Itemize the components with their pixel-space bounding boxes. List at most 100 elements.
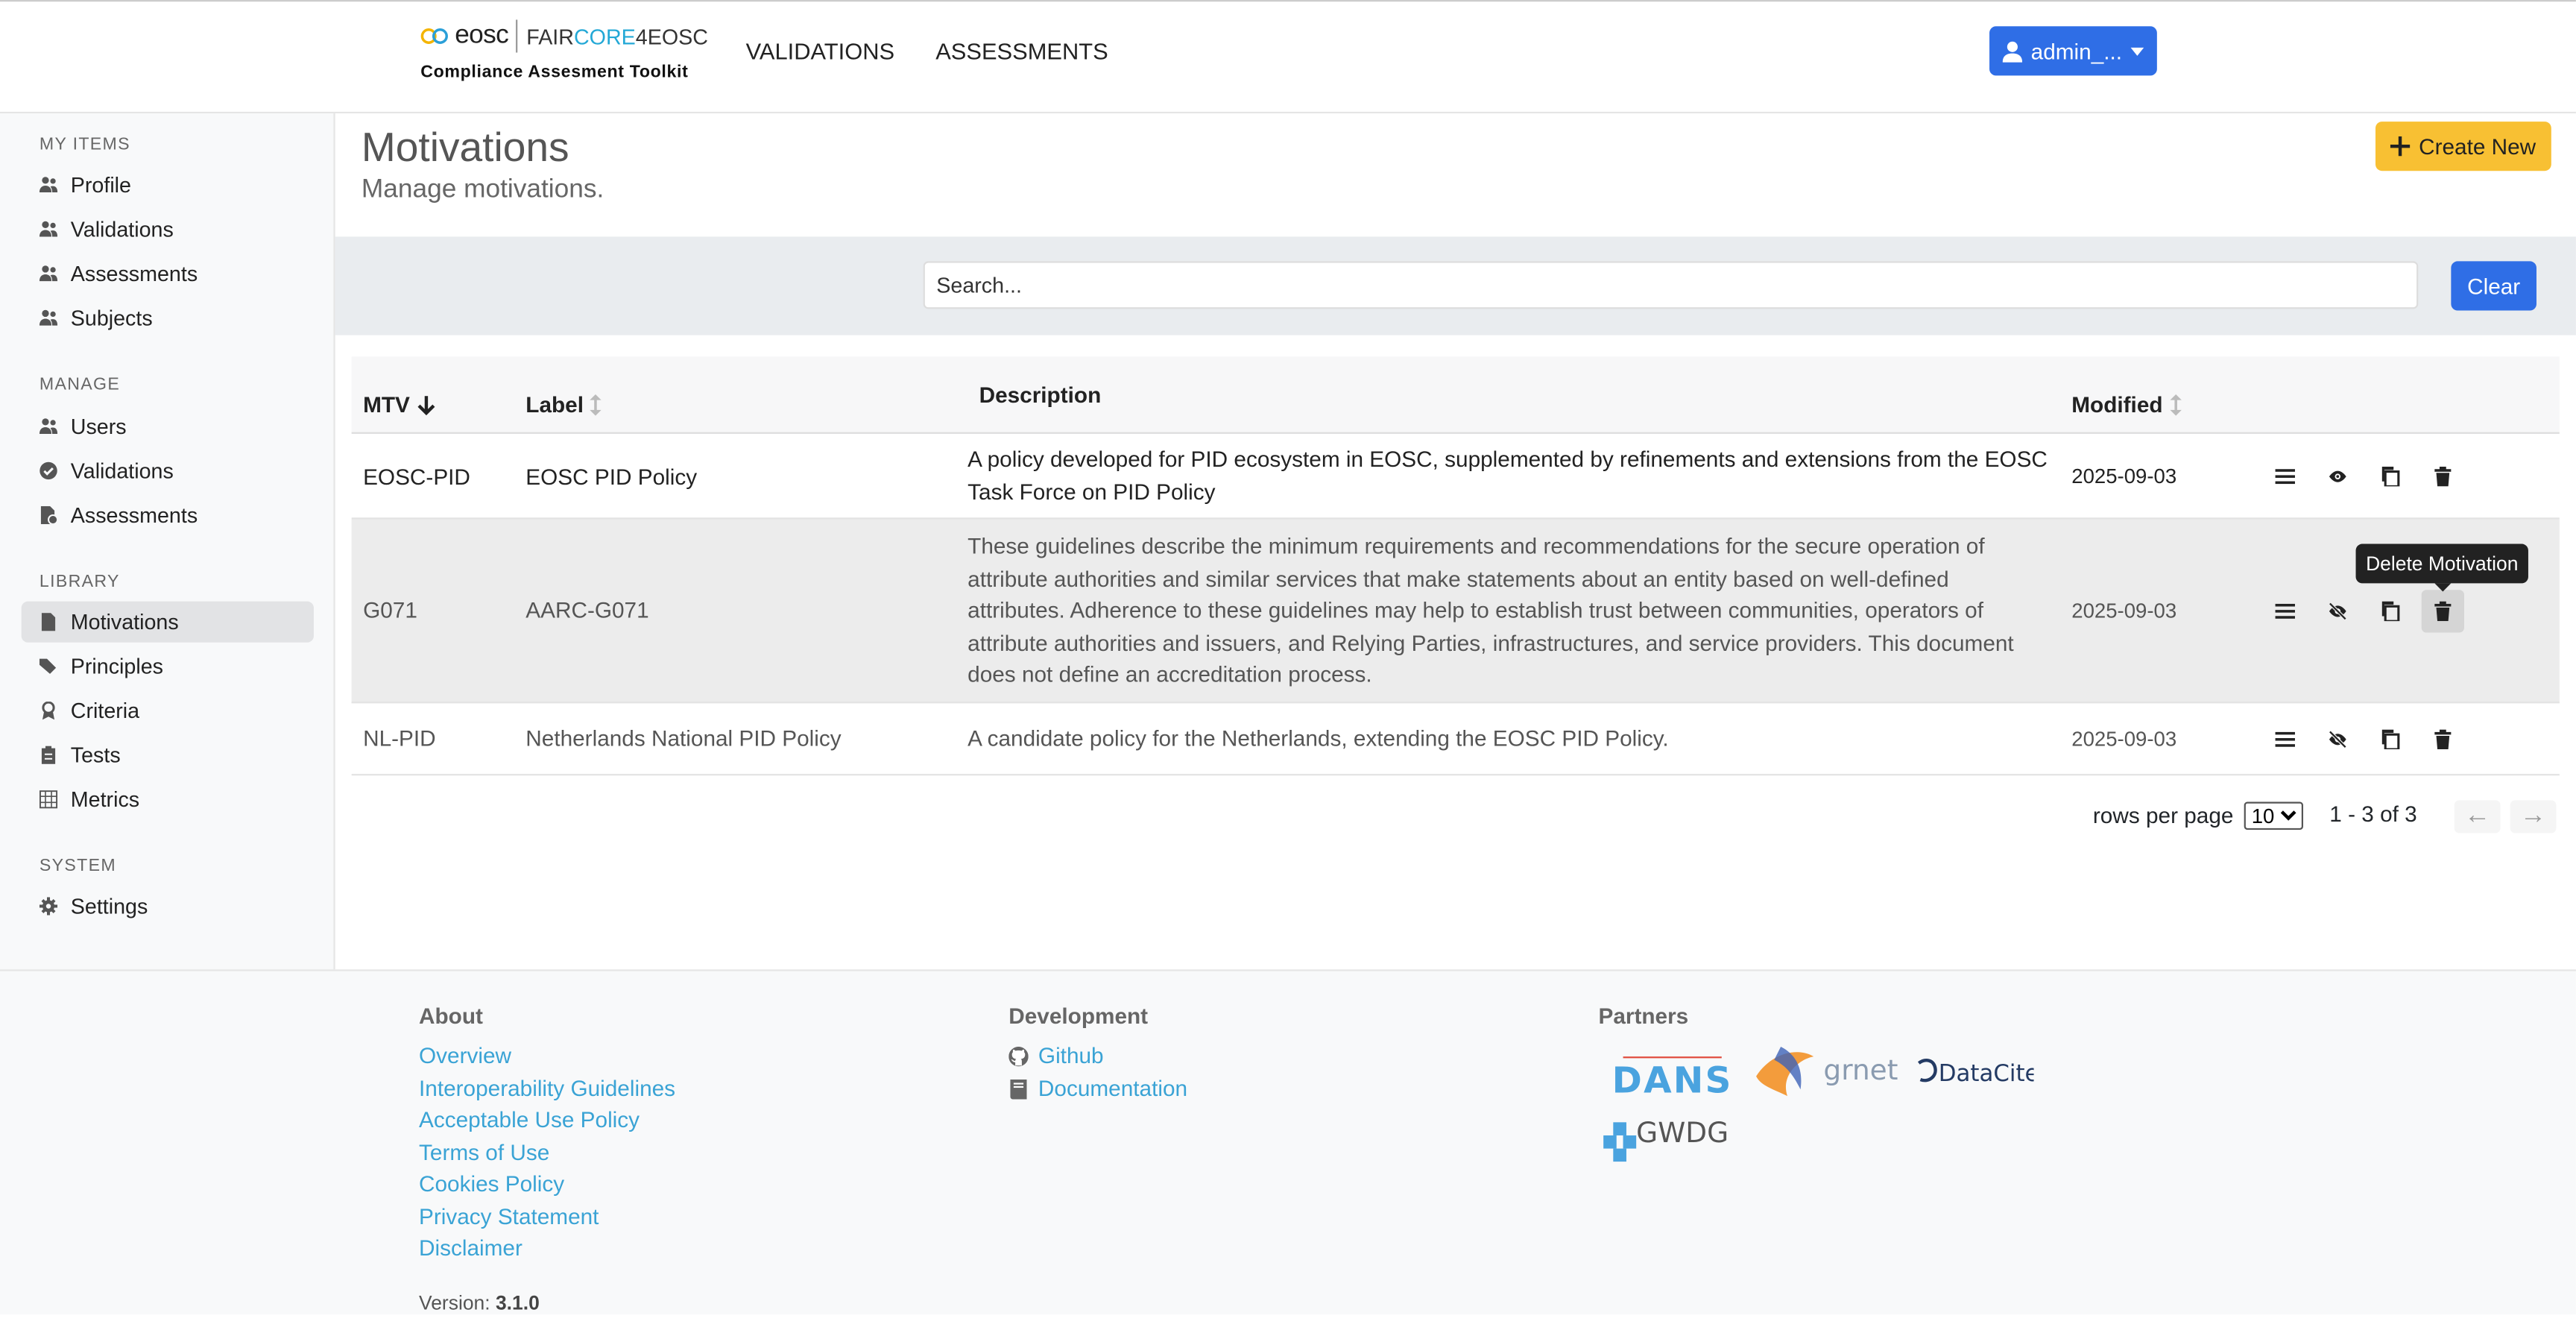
duplicate-button[interactable] bbox=[2369, 456, 2411, 498]
page-subtitle: Manage motivations. bbox=[361, 175, 604, 204]
sidebar-item-profile[interactable]: Profile bbox=[22, 164, 314, 205]
sidebar-item-tests[interactable]: Tests bbox=[22, 734, 314, 775]
users-icon bbox=[39, 177, 58, 193]
sidebar-item-label: Motivations bbox=[70, 609, 179, 634]
award-icon bbox=[42, 702, 55, 720]
visibility-button[interactable] bbox=[2317, 718, 2359, 760]
logo-eosc-text: eosc bbox=[455, 21, 509, 50]
delete-button[interactable] bbox=[2422, 718, 2464, 760]
partner-logo-grnet[interactable]: grnet bbox=[1751, 1040, 1898, 1099]
eye-slash-icon bbox=[2329, 602, 2347, 620]
trash-icon bbox=[2434, 466, 2452, 487]
column-header-label[interactable]: Label bbox=[525, 393, 602, 417]
footer-link-disclaimer[interactable]: Disclaimer bbox=[419, 1235, 523, 1260]
sidebar-item-users[interactable]: Users bbox=[22, 406, 314, 447]
partner-gwdg-text: GWDG bbox=[1636, 1116, 1729, 1149]
rows-per-page: rows per page 10 bbox=[2093, 801, 2303, 831]
user-menu-label: admin_... bbox=[2030, 38, 2123, 63]
footer-link-documentation[interactable]: Documentation bbox=[1008, 1077, 1187, 1101]
pagination-range: 1 - 3 of 3 bbox=[2329, 801, 2417, 827]
clear-button[interactable]: Clear bbox=[2451, 261, 2536, 311]
partner-logo-dans[interactable]: DANS bbox=[1607, 1040, 1738, 1096]
footer-link-overview[interactable]: Overview bbox=[419, 1044, 511, 1068]
sidebar-item-label: Tests bbox=[70, 743, 121, 768]
sidebar-item-manage-assessments[interactable]: Assessments bbox=[22, 494, 314, 535]
column-header-modified[interactable]: Modified bbox=[2071, 393, 2181, 417]
column-header-description: Description bbox=[979, 382, 1102, 408]
sidebar-item-label: Users bbox=[70, 414, 127, 439]
sidebar-item-label: Settings bbox=[70, 893, 148, 919]
prev-page-button[interactable]: ← bbox=[2454, 800, 2501, 833]
cell-mtv: EOSC-PID bbox=[363, 464, 470, 490]
sort-icon bbox=[2169, 394, 2181, 416]
sidebar-item-criteria[interactable]: Criteria bbox=[22, 690, 314, 731]
partner-datacite-text: DataCite bbox=[1939, 1060, 2034, 1087]
delete-button[interactable] bbox=[2421, 590, 2464, 633]
footer-link-github[interactable]: Github bbox=[1008, 1044, 1104, 1068]
row-actions bbox=[2264, 456, 2464, 498]
sidebar-section-system: SYSTEM bbox=[39, 856, 117, 876]
users-icon bbox=[39, 265, 58, 282]
sidebar-section-library: LIBRARY bbox=[39, 571, 120, 592]
cell-mtv: G071 bbox=[363, 598, 417, 623]
delete-button[interactable] bbox=[2422, 456, 2464, 498]
duplicate-button[interactable] bbox=[2369, 590, 2411, 632]
list-icon bbox=[2275, 603, 2295, 619]
duplicate-button[interactable] bbox=[2369, 718, 2411, 760]
cell-modified: 2025-09-03 bbox=[2071, 728, 2177, 751]
delete-tooltip: Delete Motivation bbox=[2355, 543, 2528, 592]
clipboard-icon bbox=[41, 746, 56, 764]
sidebar-item-my-validations[interactable]: Validations bbox=[22, 209, 314, 250]
sidebar-item-my-assessments[interactable]: Assessments bbox=[22, 253, 314, 294]
copy-icon bbox=[2381, 466, 2400, 487]
gear-icon bbox=[39, 897, 58, 916]
user-menu-button[interactable]: admin_... bbox=[1989, 26, 2157, 76]
sidebar-item-manage-validations[interactable]: Validations bbox=[22, 450, 314, 491]
eye-slash-icon bbox=[2329, 730, 2347, 749]
next-page-button[interactable]: → bbox=[2510, 800, 2557, 833]
footer-link-cookies[interactable]: Cookies Policy bbox=[419, 1171, 564, 1196]
details-button[interactable] bbox=[2264, 590, 2306, 632]
arrow-left-icon: ← bbox=[2464, 801, 2491, 831]
column-header-mtv[interactable]: MTV bbox=[363, 393, 435, 417]
sidebar-item-metrics[interactable]: Metrics bbox=[22, 779, 314, 820]
trash-icon bbox=[2434, 601, 2452, 622]
list-icon bbox=[2275, 469, 2295, 485]
sidebar-item-subjects[interactable]: Subjects bbox=[22, 297, 314, 338]
partner-logo-datacite[interactable]: DataCite bbox=[1916, 1056, 2034, 1089]
footer-link-terms[interactable]: Terms of Use bbox=[419, 1141, 549, 1165]
footer: About Overview Interoperability Guidelin… bbox=[0, 969, 2576, 1315]
details-button[interactable] bbox=[2264, 456, 2306, 498]
chevron-down-icon bbox=[2130, 46, 2144, 55]
rows-per-page-select[interactable]: 10 bbox=[2243, 801, 2303, 831]
check-circle-icon bbox=[40, 461, 57, 480]
sidebar-item-label: Principles bbox=[70, 654, 163, 679]
sidebar-item-motivations[interactable]: Motivations bbox=[21, 601, 314, 643]
logo-subtitle: Compliance Assesment Toolkit bbox=[420, 62, 689, 83]
cell-label: Netherlands National PID Policy bbox=[525, 726, 842, 751]
app-logo[interactable]: eosc FAIRCORE4EOSC Compliance Assesment … bbox=[420, 18, 708, 83]
sidebar-item-label: Profile bbox=[70, 172, 132, 198]
sidebar-item-principles[interactable]: Principles bbox=[22, 646, 314, 687]
details-button[interactable] bbox=[2264, 718, 2306, 760]
table-header: MTV Label Description Modified bbox=[351, 356, 2560, 434]
list-icon bbox=[2275, 731, 2295, 747]
search-input[interactable] bbox=[923, 261, 2419, 309]
sidebar-item-settings[interactable]: Settings bbox=[22, 886, 314, 927]
footer-link-privacy[interactable]: Privacy Statement bbox=[419, 1205, 599, 1229]
partner-logo-gwdg[interactable]: GWDG bbox=[1603, 1112, 1745, 1162]
nav-assessments[interactable]: ASSESSMENTS bbox=[935, 38, 1108, 64]
table-row: NL-PID Netherlands National PID Policy A… bbox=[351, 703, 2560, 776]
eye-icon bbox=[2329, 470, 2346, 482]
footer-link-aup[interactable]: Acceptable Use Policy bbox=[419, 1107, 640, 1132]
create-new-button[interactable]: Create New bbox=[2375, 122, 2551, 171]
visibility-button[interactable] bbox=[2317, 590, 2359, 632]
table-row: G071 AARC-G071 These guidelines describe… bbox=[351, 519, 2560, 704]
sidebar-item-label: Assessments bbox=[70, 502, 198, 528]
footer-link-interoperability[interactable]: Interoperability Guidelines bbox=[419, 1077, 675, 1101]
create-new-label: Create New bbox=[2419, 133, 2536, 159]
partner-grnet-text: grnet bbox=[1823, 1053, 1898, 1086]
visibility-button[interactable] bbox=[2317, 456, 2359, 498]
nav-validations[interactable]: VALIDATIONS bbox=[746, 38, 894, 64]
logo-faircore-text: FAIRCORE4EOSC bbox=[526, 23, 708, 49]
